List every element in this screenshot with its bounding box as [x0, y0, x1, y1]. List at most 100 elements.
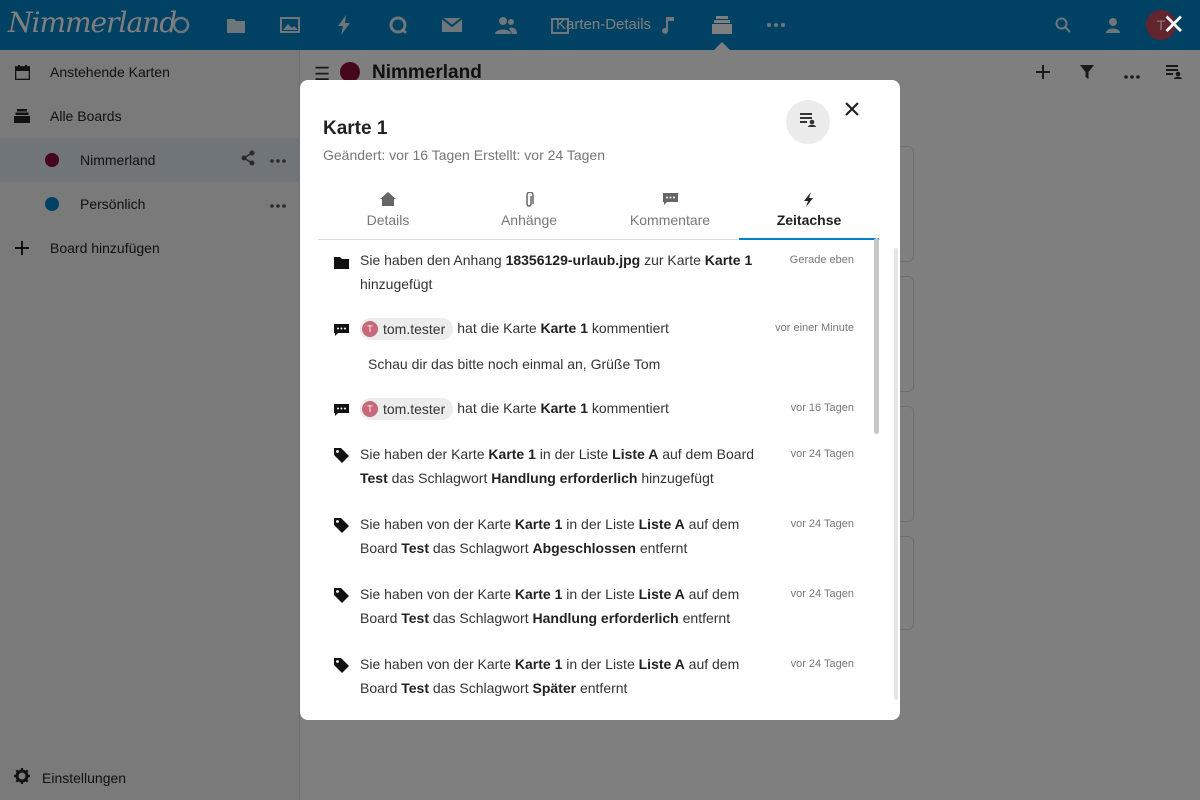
card-menu-button[interactable]	[786, 100, 830, 144]
timeline-entry: Sie haben von der Karte Karte 1 in der L…	[318, 582, 858, 630]
user-mention[interactable]: Ttom.tester	[360, 318, 454, 341]
timeline-text-part: auf dem Board	[658, 446, 755, 462]
timeline-entry: Sie haben von der Karte Karte 1 in der L…	[318, 652, 858, 700]
timeline-timestamp: vor 16 Tagen	[790, 402, 854, 414]
timeline-text-part: Sie haben von der Karte	[360, 656, 515, 672]
timeline-entry-text: Ttom.tester hat die Karte Karte 1 komment…	[360, 316, 760, 341]
comment-icon	[334, 400, 350, 416]
timeline-highlight: Test	[401, 540, 429, 556]
timeline-text-part: Sie haben der Karte	[360, 446, 489, 462]
timeline-text-part: Sie haben von der Karte	[360, 516, 515, 532]
timeline-text-part: in der Liste	[562, 516, 639, 532]
lightning-icon	[739, 192, 879, 210]
timeline-timestamp: Gerade eben	[789, 254, 854, 266]
tag-icon	[334, 516, 350, 533]
card-title[interactable]: Karte 1	[323, 118, 387, 140]
timeline-highlight: Karte 1	[514, 516, 563, 532]
timeline-entry: Sie haben den Anhang 18356129-urlaub.jpg…	[318, 248, 858, 296]
user-avatar: T	[362, 321, 378, 338]
tag-icon	[334, 586, 350, 603]
timeline-text-part: hat die Karte	[457, 320, 541, 336]
timeline-entry-text: Sie haben den Anhang 18356129-urlaub.jpg…	[360, 248, 760, 296]
tag-icon	[334, 446, 350, 463]
timeline-highlight: Test	[401, 680, 429, 696]
timeline-entry: Ttom.tester hat die Karte Karte 1 komment…	[318, 396, 858, 421]
timeline-highlight: Karte 1	[540, 400, 588, 416]
close-button[interactable]	[840, 98, 864, 122]
timeline-entry-text: Sie haben von der Karte Karte 1 in der L…	[360, 512, 760, 560]
timeline-text-part: zur Karte	[640, 252, 705, 268]
tab-label: Zeitachse	[776, 212, 842, 228]
comment-icon	[600, 192, 740, 210]
tab-attachments[interactable]: Anhänge	[459, 186, 599, 240]
timeline-text-part: Sie haben den Anhang	[360, 252, 506, 268]
user-name: tom.tester	[383, 321, 446, 338]
timeline-text-part: entfernt	[678, 610, 731, 626]
paperclip-icon	[459, 191, 599, 210]
timeline-highlight: Karte 1	[704, 252, 753, 268]
timeline-timestamp: vor 24 Tagen	[790, 588, 854, 600]
timeline-text-part: in der Liste	[562, 656, 639, 672]
timeline-highlight: Karte 1	[540, 320, 588, 336]
timeline-timestamp: vor 24 Tagen	[790, 448, 854, 460]
timeline-text-part: entfernt	[576, 680, 628, 696]
timeline-text-part: kommentiert	[588, 400, 669, 416]
timeline-timestamp: vor 24 Tagen	[790, 518, 854, 530]
timeline-text-part: hinzugefügt	[637, 470, 714, 486]
comment-text: Schau dir das bitte noch einmal an, Grüß…	[368, 356, 661, 372]
tab-timeline[interactable]: Zeitachse	[739, 186, 879, 240]
user-name: tom.tester	[383, 401, 446, 418]
timeline-entry-text: Ttom.tester hat die Karte Karte 1 komment…	[360, 396, 760, 421]
tab-label: Anhänge	[500, 212, 558, 228]
activity-timeline: Sie haben den Anhang 18356129-urlaub.jpg…	[318, 242, 880, 720]
timeline-entry: Sie haben der Karte Karte 1 in der Liste…	[318, 442, 858, 490]
timeline-entry: Ttom.tester hat die Karte Karte 1 komment…	[318, 316, 858, 382]
home-icon	[318, 192, 458, 210]
timeline-highlight: Liste A	[612, 446, 659, 462]
timeline-text-part: in der Liste	[562, 586, 639, 602]
timeline-highlight: Karte 1	[488, 446, 536, 462]
timeline-highlight: Test	[401, 610, 429, 626]
timeline-highlight: Handlung erforderlich	[532, 610, 679, 626]
timeline-text-part: kommentiert	[588, 320, 669, 336]
timeline-timestamp: vor einer Minute	[775, 322, 854, 334]
timeline-highlight: Karte 1	[514, 656, 563, 672]
timeline-highlight: Liste A	[638, 516, 685, 532]
tab-label: Kommentare	[629, 212, 711, 228]
close-icon	[845, 99, 859, 122]
tab-comments[interactable]: Kommentare	[600, 186, 740, 240]
timeline-highlight: 18356129-urlaub.jpg	[505, 252, 641, 268]
card-tabs: Details Anhänge Kommentare Zeitachse	[318, 186, 880, 240]
scrollbar-thumb[interactable]	[874, 238, 879, 434]
scrollbar-track[interactable]	[894, 248, 898, 700]
timeline-text-part: das Schlagwort	[429, 540, 533, 556]
close-modal-icon[interactable]: ✕	[1162, 11, 1185, 39]
timeline-highlight: Später	[532, 680, 577, 696]
timeline-highlight: Abgeschlossen	[532, 540, 636, 556]
user-mention[interactable]: Ttom.tester	[360, 398, 454, 421]
timeline-entry-text: Sie haben von der Karte Karte 1 in der L…	[360, 652, 760, 700]
timeline-text-part: hinzugefügt	[360, 276, 433, 292]
list-user-icon	[800, 112, 816, 132]
timeline-entry: Sie haben von der Karte Karte 1 in der L…	[318, 512, 858, 560]
user-avatar: T	[362, 401, 378, 418]
timeline-text-part: in der Liste	[535, 446, 613, 462]
timeline-highlight: Liste A	[638, 586, 685, 602]
timeline-text-part: das Schlagwort	[429, 680, 533, 696]
comment-icon	[334, 320, 350, 336]
tab-details[interactable]: Details	[318, 186, 458, 240]
timeline-text-part: das Schlagwort	[429, 610, 533, 626]
timeline-text-part: entfernt	[635, 540, 688, 556]
tag-icon	[334, 656, 350, 673]
timeline-highlight: Liste A	[638, 656, 685, 672]
timeline-highlight: Handlung erforderlich	[491, 470, 638, 486]
timeline-highlight: Test	[360, 470, 388, 486]
card-meta: Geändert: vor 16 Tagen Erstellt: vor 24 …	[323, 147, 605, 163]
folder-icon	[334, 252, 350, 269]
timeline-entry-text: Sie haben von der Karte Karte 1 in der L…	[360, 582, 760, 630]
timeline-text-part: hat die Karte	[457, 400, 541, 416]
timeline-text-part: Sie haben von der Karte	[360, 586, 515, 602]
timeline-entry-text: Sie haben der Karte Karte 1 in der Liste…	[360, 442, 760, 490]
timeline-text-part: das Schlagwort	[387, 470, 492, 486]
timeline-timestamp: vor 24 Tagen	[790, 658, 854, 670]
